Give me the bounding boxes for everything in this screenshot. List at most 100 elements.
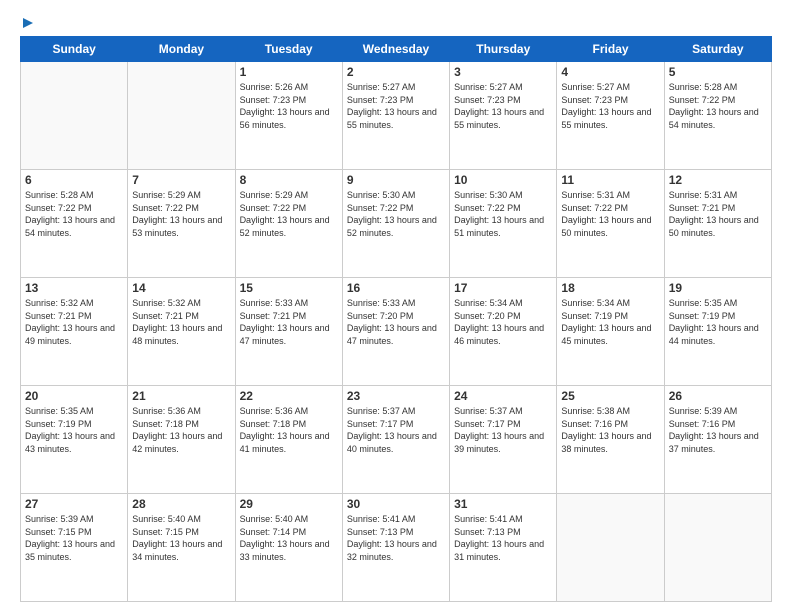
day-number: 8 <box>240 173 338 187</box>
day-info: Sunrise: 5:30 AM Sunset: 7:22 PM Dayligh… <box>347 189 445 239</box>
calendar-cell: 31Sunrise: 5:41 AM Sunset: 7:13 PM Dayli… <box>450 494 557 602</box>
day-info: Sunrise: 5:32 AM Sunset: 7:21 PM Dayligh… <box>132 297 230 347</box>
calendar-cell: 14 Sunrise: 5:32 AM Sunset: 7:21 PM Dayli… <box>128 278 235 386</box>
day-info: Sunrise: 5:27 AM Sunset: 7:23 PM Dayligh… <box>561 81 659 131</box>
day-number: 28 <box>132 497 230 511</box>
calendar-cell: 22 Sunrise: 5:36 AM Sunset: 7:18 PM Dayli… <box>235 386 342 494</box>
day-of-week-header: Saturday <box>664 37 771 62</box>
day-info: Sunrise: 5:34 AM Sunset: 7:20 PM Dayligh… <box>454 297 552 347</box>
day-number: 11 <box>561 173 659 187</box>
day-info: Sunrise: 5:29 AM Sunset: 7:22 PM Dayligh… <box>240 189 338 239</box>
day-of-week-header: Sunday <box>21 37 128 62</box>
day-number: 23 <box>347 389 445 403</box>
day-number: 29 <box>240 497 338 511</box>
calendar-cell: 19 Sunrise: 5:35 AM Sunset: 7:19 PM Dayli… <box>664 278 771 386</box>
day-of-week-header: Friday <box>557 37 664 62</box>
day-number: 15 <box>240 281 338 295</box>
day-number: 13 <box>25 281 123 295</box>
day-of-week-header: Monday <box>128 37 235 62</box>
day-info: Sunrise: 5:37 AM Sunset: 7:17 PM Dayligh… <box>347 405 445 455</box>
day-number: 10 <box>454 173 552 187</box>
day-info: Sunrise: 5:35 AM Sunset: 7:19 PM Dayligh… <box>669 297 767 347</box>
day-info: Sunrise: 5:31 AM Sunset: 7:22 PM Dayligh… <box>561 189 659 239</box>
calendar-cell: 3 Sunrise: 5:27 AM Sunset: 7:23 PM Daylig… <box>450 62 557 170</box>
calendar-cell: 25Sunrise: 5:38 AM Sunset: 7:16 PM Dayli… <box>557 386 664 494</box>
calendar-cell: 2 Sunrise: 5:27 AM Sunset: 7:23 PM Daylig… <box>342 62 449 170</box>
calendar-week-row: 1 Sunrise: 5:26 AM Sunset: 7:23 PM Daylig… <box>21 62 772 170</box>
day-info: Sunrise: 5:39 AM Sunset: 7:15 PM Dayligh… <box>25 513 123 563</box>
calendar-cell: 6 Sunrise: 5:28 AM Sunset: 7:22 PM Daylig… <box>21 170 128 278</box>
day-number: 3 <box>454 65 552 79</box>
calendar-cell: 12 Sunrise: 5:31 AM Sunset: 7:21 PM Dayli… <box>664 170 771 278</box>
day-info: Sunrise: 5:36 AM Sunset: 7:18 PM Dayligh… <box>240 405 338 455</box>
calendar-cell: 29 Sunrise: 5:40 AM Sunset: 7:14 PM Dayli… <box>235 494 342 602</box>
day-of-week-header: Tuesday <box>235 37 342 62</box>
day-of-week-header: Thursday <box>450 37 557 62</box>
day-info: Sunrise: 5:28 AM Sunset: 7:22 PM Dayligh… <box>25 189 123 239</box>
calendar-cell: 5 Sunrise: 5:28 AM Sunset: 7:22 PM Daylig… <box>664 62 771 170</box>
calendar-cell <box>664 494 771 602</box>
day-number: 22 <box>240 389 338 403</box>
day-number: 12 <box>669 173 767 187</box>
day-info: Sunrise: 5:26 AM Sunset: 7:23 PM Dayligh… <box>240 81 338 131</box>
day-info: Sunrise: 5:29 AM Sunset: 7:22 PM Dayligh… <box>132 189 230 239</box>
calendar-cell: 7 Sunrise: 5:29 AM Sunset: 7:22 PM Daylig… <box>128 170 235 278</box>
page: SundayMondayTuesdayWednesdayThursdayFrid… <box>0 0 792 612</box>
day-info: Sunrise: 5:37 AM Sunset: 7:17 PM Dayligh… <box>454 405 552 455</box>
calendar-cell <box>557 494 664 602</box>
day-number: 9 <box>347 173 445 187</box>
day-info: Sunrise: 5:36 AM Sunset: 7:18 PM Dayligh… <box>132 405 230 455</box>
calendar-cell: 27Sunrise: 5:39 AM Sunset: 7:15 PM Dayli… <box>21 494 128 602</box>
day-number: 26 <box>669 389 767 403</box>
calendar-cell <box>21 62 128 170</box>
calendar-cell: 16Sunrise: 5:33 AM Sunset: 7:20 PM Dayli… <box>342 278 449 386</box>
day-number: 30 <box>347 497 445 511</box>
day-number: 6 <box>25 173 123 187</box>
day-info: Sunrise: 5:32 AM Sunset: 7:21 PM Dayligh… <box>25 297 123 347</box>
calendar-cell: 4 Sunrise: 5:27 AM Sunset: 7:23 PM Daylig… <box>557 62 664 170</box>
day-number: 14 <box>132 281 230 295</box>
calendar-cell: 17 Sunrise: 5:34 AM Sunset: 7:20 PM Dayli… <box>450 278 557 386</box>
day-number: 18 <box>561 281 659 295</box>
day-info: Sunrise: 5:40 AM Sunset: 7:15 PM Dayligh… <box>132 513 230 563</box>
calendar-cell: 11 Sunrise: 5:31 AM Sunset: 7:22 PM Dayli… <box>557 170 664 278</box>
day-number: 20 <box>25 389 123 403</box>
calendar-week-row: 20 Sunrise: 5:35 AM Sunset: 7:19 PM Dayli… <box>21 386 772 494</box>
calendar-cell: 9 Sunrise: 5:30 AM Sunset: 7:22 PM Daylig… <box>342 170 449 278</box>
logo-arrow-icon <box>23 18 33 28</box>
calendar-header-row: SundayMondayTuesdayWednesdayThursdayFrid… <box>21 37 772 62</box>
day-number: 7 <box>132 173 230 187</box>
day-number: 21 <box>132 389 230 403</box>
day-info: Sunrise: 5:41 AM Sunset: 7:13 PM Dayligh… <box>347 513 445 563</box>
day-number: 5 <box>669 65 767 79</box>
day-number: 19 <box>669 281 767 295</box>
day-info: Sunrise: 5:40 AM Sunset: 7:14 PM Dayligh… <box>240 513 338 563</box>
calendar-cell: 21 Sunrise: 5:36 AM Sunset: 7:18 PM Dayli… <box>128 386 235 494</box>
day-number: 1 <box>240 65 338 79</box>
day-number: 24 <box>454 389 552 403</box>
calendar-table: SundayMondayTuesdayWednesdayThursdayFrid… <box>20 36 772 602</box>
day-info: Sunrise: 5:31 AM Sunset: 7:21 PM Dayligh… <box>669 189 767 239</box>
calendar-cell: 30 Sunrise: 5:41 AM Sunset: 7:13 PM Dayli… <box>342 494 449 602</box>
day-info: Sunrise: 5:27 AM Sunset: 7:23 PM Dayligh… <box>454 81 552 131</box>
day-of-week-header: Wednesday <box>342 37 449 62</box>
day-number: 31 <box>454 497 552 511</box>
calendar-cell: 1 Sunrise: 5:26 AM Sunset: 7:23 PM Daylig… <box>235 62 342 170</box>
header <box>20 16 772 26</box>
calendar-week-row: 27Sunrise: 5:39 AM Sunset: 7:15 PM Dayli… <box>21 494 772 602</box>
calendar-cell: 28 Sunrise: 5:40 AM Sunset: 7:15 PM Dayli… <box>128 494 235 602</box>
day-info: Sunrise: 5:39 AM Sunset: 7:16 PM Dayligh… <box>669 405 767 455</box>
calendar-week-row: 13 Sunrise: 5:32 AM Sunset: 7:21 PM Dayli… <box>21 278 772 386</box>
day-info: Sunrise: 5:28 AM Sunset: 7:22 PM Dayligh… <box>669 81 767 131</box>
calendar-cell: 10Sunrise: 5:30 AM Sunset: 7:22 PM Dayli… <box>450 170 557 278</box>
day-info: Sunrise: 5:27 AM Sunset: 7:23 PM Dayligh… <box>347 81 445 131</box>
day-info: Sunrise: 5:38 AM Sunset: 7:16 PM Dayligh… <box>561 405 659 455</box>
calendar-cell: 23 Sunrise: 5:37 AM Sunset: 7:17 PM Dayli… <box>342 386 449 494</box>
day-number: 2 <box>347 65 445 79</box>
day-info: Sunrise: 5:35 AM Sunset: 7:19 PM Dayligh… <box>25 405 123 455</box>
day-number: 17 <box>454 281 552 295</box>
day-info: Sunrise: 5:34 AM Sunset: 7:19 PM Dayligh… <box>561 297 659 347</box>
calendar-cell: 15Sunrise: 5:33 AM Sunset: 7:21 PM Dayli… <box>235 278 342 386</box>
day-number: 4 <box>561 65 659 79</box>
day-info: Sunrise: 5:33 AM Sunset: 7:20 PM Dayligh… <box>347 297 445 347</box>
